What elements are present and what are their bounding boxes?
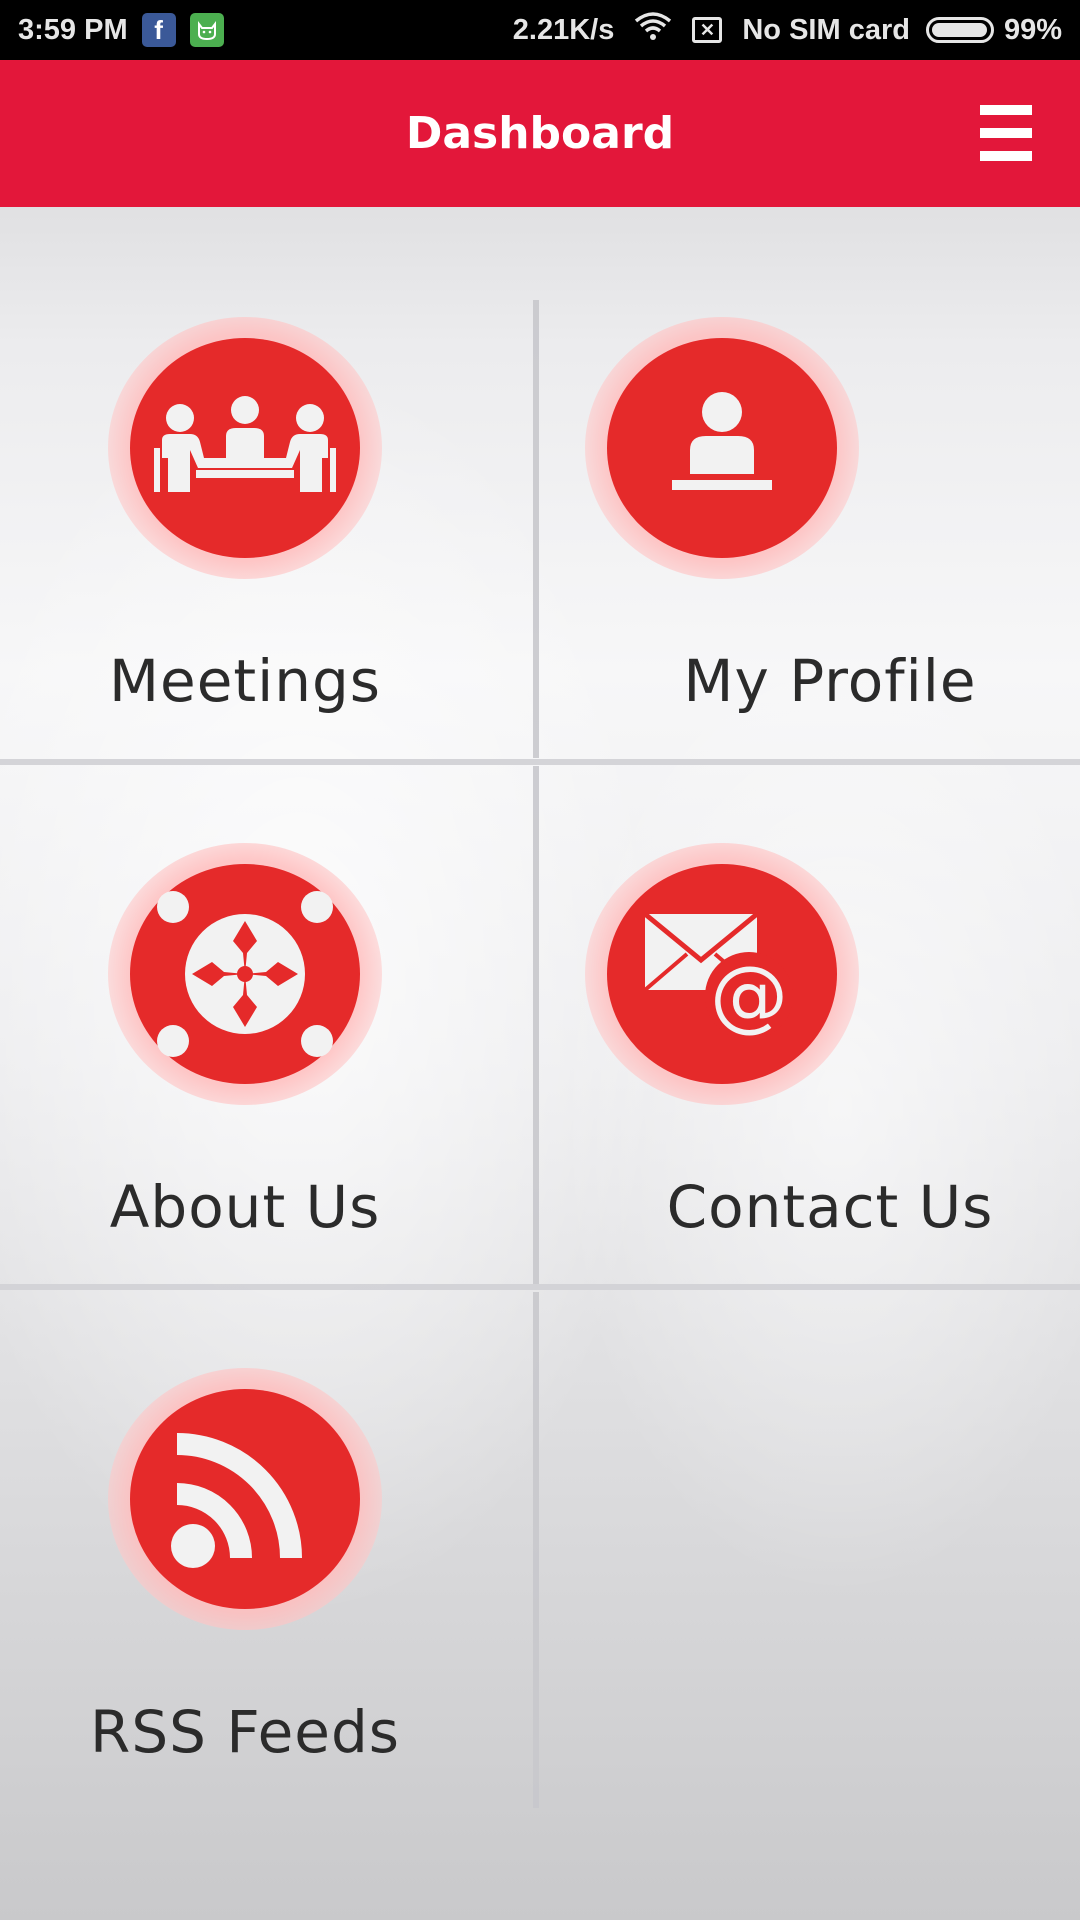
sim-status: No SIM card (742, 13, 910, 46)
tile-my-profile[interactable]: My Profile (0, 207, 976, 729)
rss-icon-ring (108, 1368, 382, 1630)
tile-contact-us-label: Contact Us (666, 1173, 994, 1241)
tile-contact-us[interactable]: @ Contact Us (0, 733, 992, 1255)
profile-icon-ring (585, 317, 859, 579)
contact-email-icon: @ (607, 864, 837, 1084)
tile-rss-feeds[interactable]: RSS Feeds (0, 1258, 535, 1780)
battery-percent: 99% (1003, 13, 1062, 46)
hamburger-menu-icon (980, 105, 1032, 115)
hamburger-line (980, 128, 1032, 138)
no-sim-icon: ✕ (692, 17, 723, 43)
tile-rss-feeds-label: RSS Feeds (90, 1698, 400, 1766)
battery-icon (925, 17, 994, 43)
status-bar: 3:59 PM f 2.21K/s ✕ No SIM card 99% (0, 0, 1080, 60)
status-bar-right: 2.21K/s ✕ No SIM card 99% (513, 0, 1062, 60)
contact-icon-ring: @ (585, 843, 859, 1105)
menu-button[interactable] (980, 105, 1032, 161)
cat-icon (189, 13, 224, 47)
page-title: Dashboard (405, 108, 675, 159)
app-bar: Dashboard (0, 60, 1080, 207)
network-speed: 2.21K/s (512, 13, 615, 46)
battery-fill (931, 23, 988, 37)
hamburger-line (980, 151, 1032, 161)
tile-my-profile-label: My Profile (683, 647, 977, 715)
status-bar-left: 3:59 PM f (18, 0, 224, 60)
profile-icon (607, 338, 837, 558)
svg-text:@: @ (710, 951, 788, 1041)
rss-icon (130, 1389, 360, 1609)
wifi-icon (634, 11, 672, 49)
status-time: 3:59 PM (18, 13, 128, 46)
screen: 3:59 PM f 2.21K/s ✕ No SIM card 99% Dash… (0, 0, 1080, 1920)
facebook-icon: f (141, 13, 176, 47)
